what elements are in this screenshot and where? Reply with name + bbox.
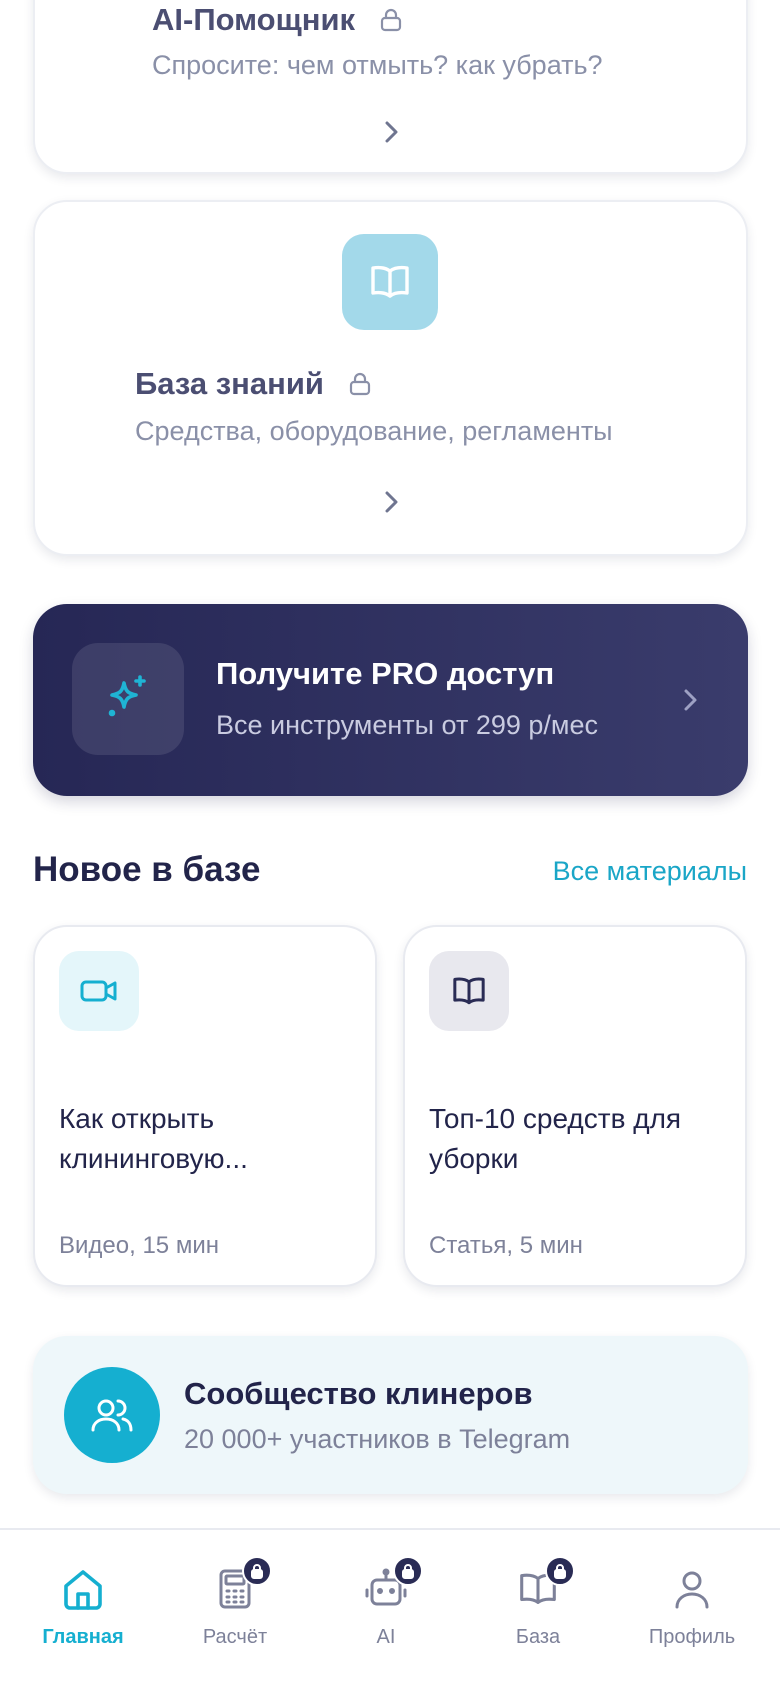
material-meta: Статья, 5 мин [429, 1232, 583, 1259]
tab-home[interactable]: Главная [8, 1560, 158, 1660]
robot-icon [363, 1556, 423, 1612]
chevron-right-icon [684, 689, 697, 711]
users-icon [64, 1367, 160, 1463]
material-title: Как открыть клининговую... [59, 1103, 248, 1174]
tab-profile[interactable]: Профиль [617, 1560, 767, 1660]
all-materials-link[interactable]: Все материалы [553, 856, 747, 887]
material-card[interactable]: Топ-10 средств для уборки Статья, 5 мин [403, 925, 747, 1287]
tab-label: База [515, 1626, 561, 1648]
lock-badge-icon [393, 1556, 423, 1586]
tab-label: Главная [42, 1626, 124, 1648]
user-icon [669, 1566, 715, 1612]
lock-badge-icon [242, 1556, 272, 1586]
knowledge-base-description: Средства, оборудование, регламенты [135, 416, 613, 446]
book-icon [515, 1556, 575, 1612]
ai-helper-description: Спросите: чем отмыть? как убрать? [152, 50, 603, 80]
book-icon [429, 951, 509, 1031]
section-title: Новое в базе [33, 850, 261, 889]
pro-banner-title: Получите PRO доступ [216, 656, 555, 691]
material-card[interactable]: Как открыть клининговую... Видео, 15 мин [33, 925, 377, 1287]
pro-access-banner[interactable]: Получите PRO доступ Все инструменты от 2… [33, 604, 748, 796]
community-card[interactable]: Сообщество клинеров 20 000+ участников в… [33, 1336, 748, 1494]
ai-helper-card[interactable]: AI-Помощник Спросите: чем отмыть? как уб… [33, 0, 748, 174]
video-icon [59, 951, 139, 1031]
knowledge-base-title-row: База знаний [135, 366, 371, 404]
community-subtitle: 20 000+ участников в Telegram [184, 1424, 571, 1454]
chevron-right-icon [385, 121, 397, 143]
ai-helper-title-row: AI-Помощник [152, 2, 402, 40]
tab-ai[interactable]: AI [311, 1556, 461, 1660]
lock-icon [380, 4, 402, 40]
tab-calculation[interactable]: Расчёт [160, 1556, 310, 1660]
lock-icon [349, 368, 371, 404]
tab-label: AI [376, 1626, 396, 1648]
material-title: Топ-10 средств для уборки [429, 1103, 682, 1174]
calculator-icon [212, 1556, 272, 1612]
tab-label: Расчёт [202, 1626, 268, 1648]
tab-label: Профиль [648, 1626, 736, 1648]
material-meta: Видео, 15 мин [59, 1232, 219, 1259]
sparkles-icon [72, 643, 184, 755]
pro-banner-subtitle: Все инструменты от 299 р/мес [216, 710, 598, 740]
community-title: Сообщество клинеров [184, 1376, 533, 1411]
tab-base[interactable]: База [463, 1556, 613, 1660]
knowledge-base-card[interactable]: База знаний Средства, оборудование, регл… [33, 200, 748, 556]
ai-helper-title: AI-Помощник [152, 2, 356, 37]
chevron-right-icon [385, 491, 397, 513]
lock-badge-icon [545, 1556, 575, 1586]
knowledge-base-title: База знаний [135, 366, 324, 401]
bottom-tab-bar: Главная Расчёт AI База Профиль [0, 1528, 780, 1688]
home-icon [60, 1566, 106, 1612]
book-icon [342, 234, 438, 330]
